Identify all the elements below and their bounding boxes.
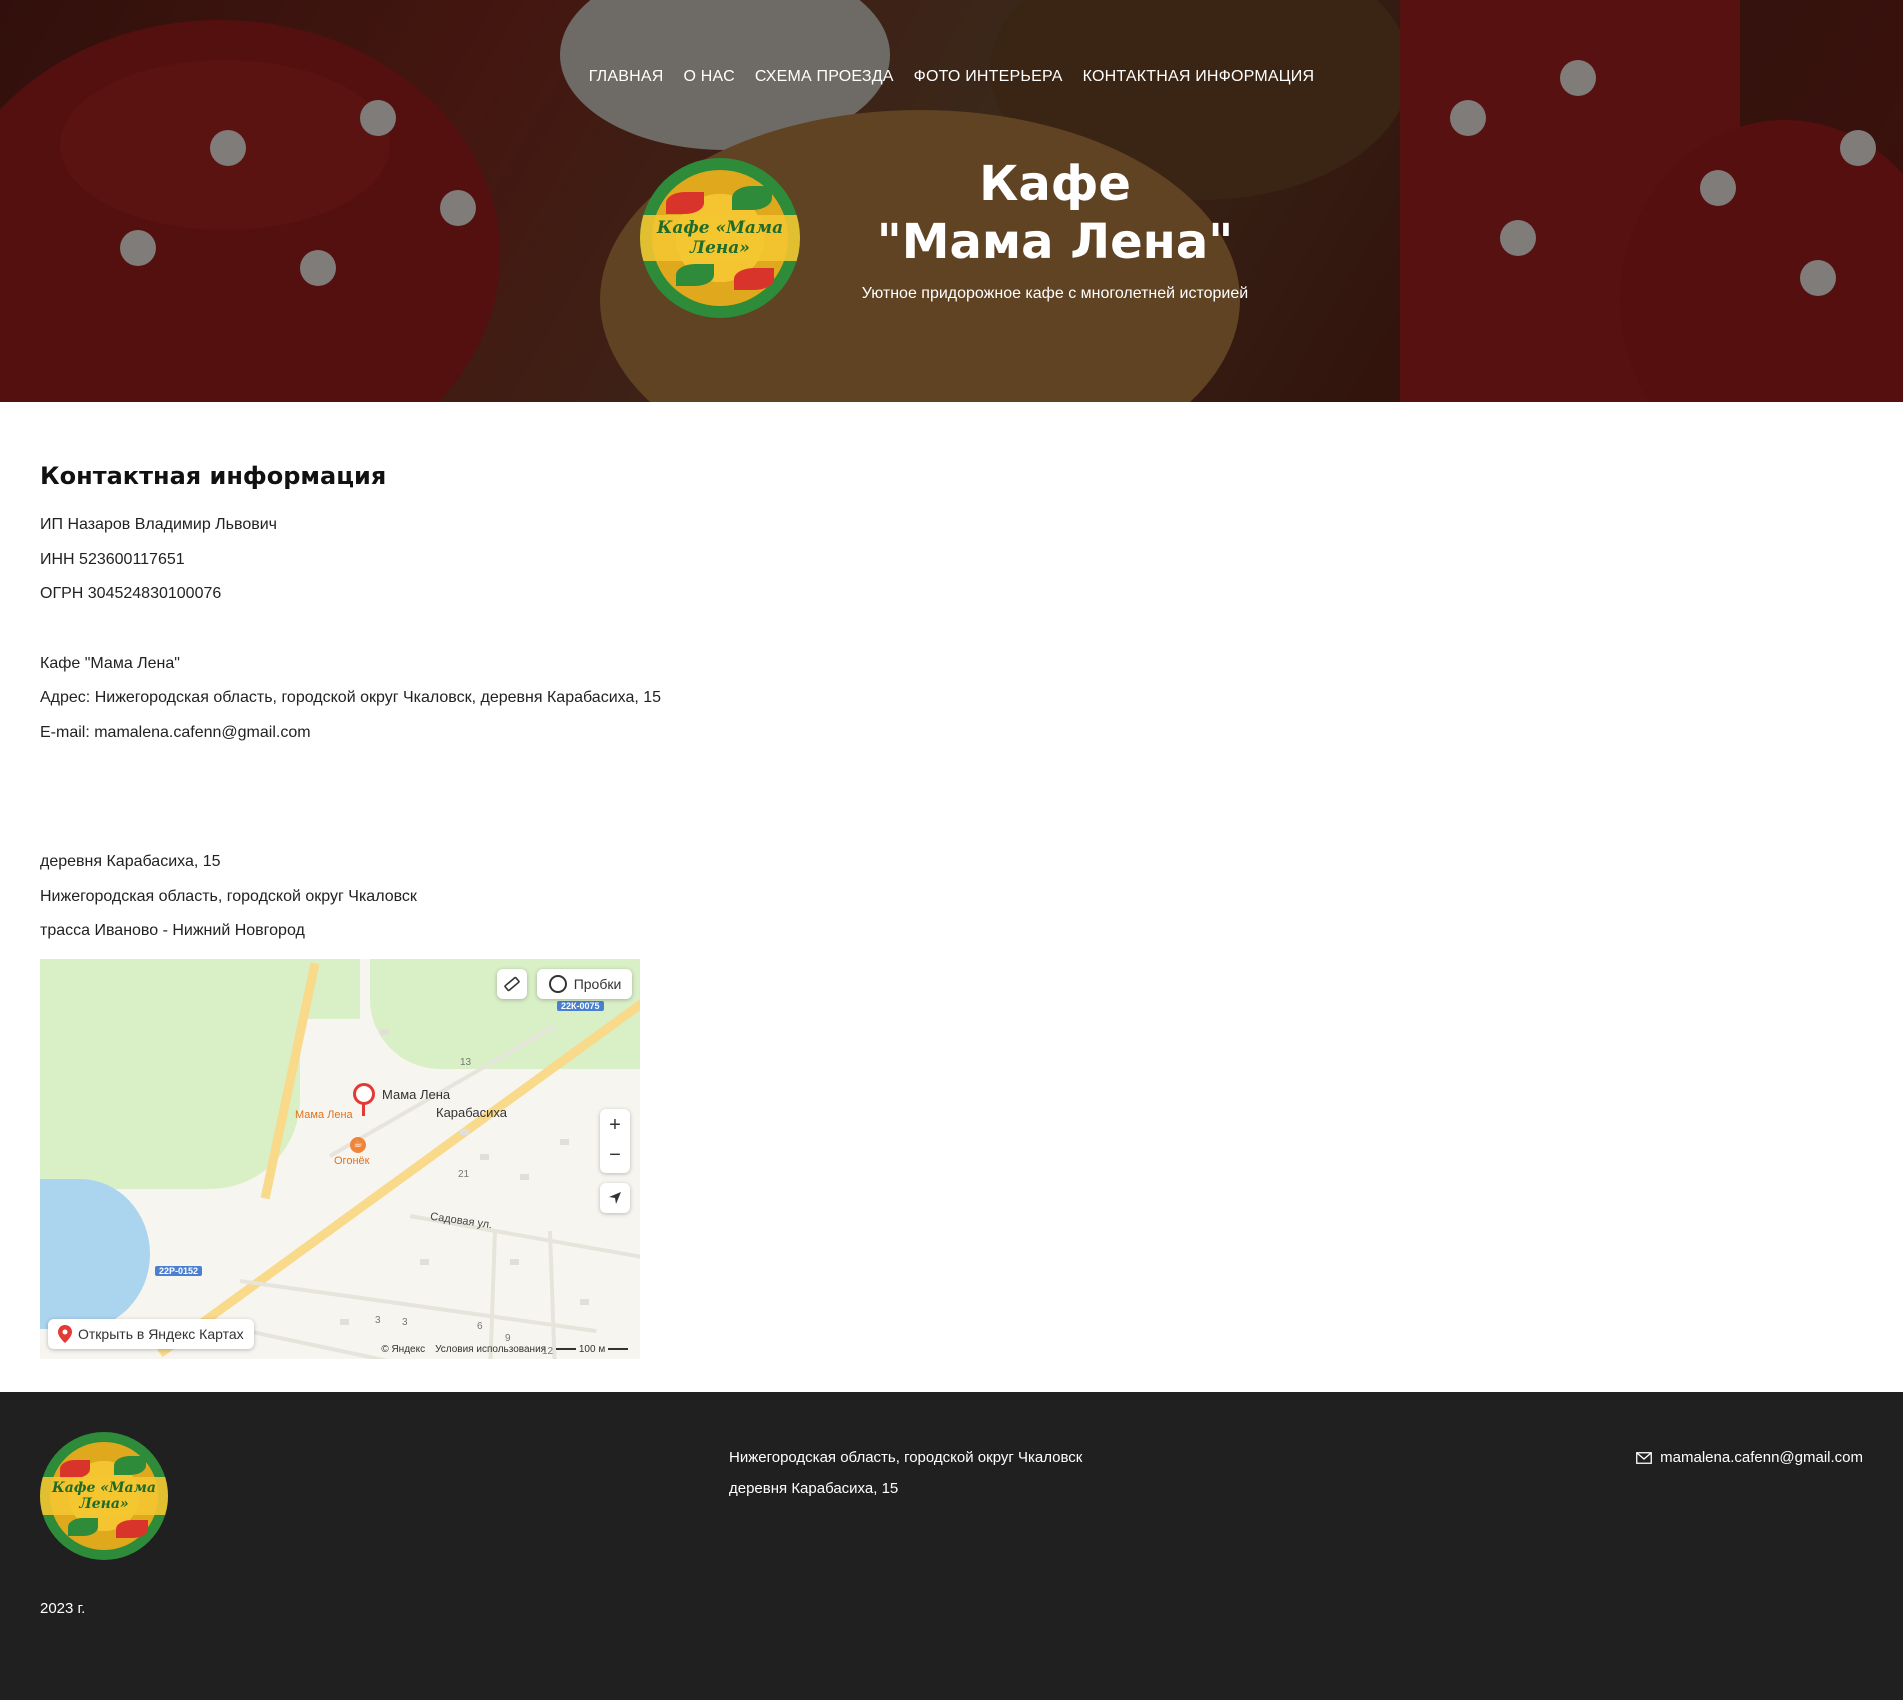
- site-footer: Кафе «Мама Лена» Нижегородская область, …: [0, 1392, 1903, 1700]
- map-address-line3: трасса Иваново - Нижний Новгород: [40, 922, 305, 939]
- nav-item-contacts[interactable]: КОНТАКТНАЯ ИНФОРМАЦИЯ: [1083, 68, 1315, 86]
- traffic-label: Пробки: [573, 975, 622, 992]
- hero-logo: Кафе «Мама Лена»: [640, 158, 800, 318]
- page-title: Контактная информация: [40, 462, 387, 490]
- map-scale: 100 м: [556, 1344, 628, 1355]
- open-in-yandex-maps-label: Открыть в Яндекс Картах: [78, 1325, 244, 1342]
- ruler-icon: [504, 976, 520, 991]
- map-building: [580, 1298, 589, 1305]
- map-terms-link[interactable]: Условия использования: [435, 1344, 546, 1355]
- main-nav: ГЛАВНАЯ О НАС СХЕМА ПРОЕЗДА ФОТО ИНТЕРЬЕ…: [0, 68, 1903, 86]
- map-village-label: Карабасиха: [436, 1104, 507, 1120]
- map-pin-tail: [362, 1101, 365, 1116]
- zoom-in-button[interactable]: +: [609, 1109, 621, 1141]
- map-address-line1: деревня Карабасиха, 15: [40, 853, 221, 870]
- logo-flower: [60, 1460, 90, 1478]
- logo-flower: [116, 1520, 148, 1538]
- map-poi-label[interactable]: Мама Лена: [295, 1109, 353, 1121]
- map-building: [520, 1173, 529, 1180]
- hero-title-block: Кафе "Мама Лена" Уютное придорожное кафе…: [850, 155, 1260, 303]
- nav-item-home[interactable]: ГЛАВНАЯ: [589, 68, 664, 86]
- yandex-map[interactable]: 22К-0075 22Р-0152 Мама Лена Мама Лена ☕ …: [40, 958, 640, 1359]
- ruler-button[interactable]: [497, 968, 527, 999]
- map-building: [420, 1258, 429, 1265]
- map-house-number: 6: [477, 1320, 483, 1332]
- map-copyright[interactable]: © Яндекс: [381, 1344, 425, 1355]
- logo-text: Кафе «Мама Лена»: [40, 1477, 168, 1515]
- nav-item-directions[interactable]: СХЕМА ПРОЕЗДА: [755, 68, 894, 86]
- cafe-address: Адрес: Нижегородская область, городской …: [40, 689, 662, 706]
- hero-title-line2: "Мама Лена": [876, 214, 1234, 270]
- nav-item-interior-photos[interactable]: ФОТО ИНТЕРЬЕРА: [914, 68, 1063, 86]
- map-building: [380, 1028, 389, 1035]
- hero-title-line1: Кафе: [979, 156, 1131, 212]
- logo-leaf: [114, 1456, 146, 1475]
- map-building: [480, 1153, 489, 1160]
- logo-leaf: [676, 264, 714, 286]
- logo-leaf: [732, 186, 772, 210]
- inn-number: ИНН 523600117651: [40, 550, 185, 568]
- footer-email-label[interactable]: mamalena.cafenn@gmail.com: [1660, 1442, 1863, 1473]
- logo-text: Кафе «Мама Лена»: [640, 215, 800, 261]
- cafe-icon[interactable]: ☕: [350, 1136, 366, 1153]
- navigation-arrow-icon: [609, 1191, 621, 1204]
- map-street: [548, 1230, 557, 1359]
- nav-item-about[interactable]: О НАС: [684, 68, 735, 86]
- cafe-email: E-mail: mamalena.cafenn@gmail.com: [40, 723, 311, 741]
- footer-logo[interactable]: Кафе «Мама Лена»: [40, 1432, 168, 1560]
- logo-leaf: [68, 1518, 98, 1536]
- map-road-badge: 22К-0075: [557, 1000, 604, 1011]
- zoom-control: + −: [600, 1108, 630, 1173]
- map-house-number: 9: [505, 1332, 511, 1344]
- logo-flower: [734, 268, 774, 290]
- cafe-name: Кафе "Мама Лена": [40, 654, 180, 672]
- logo-flower: [666, 192, 704, 214]
- traffic-button[interactable]: Пробки: [537, 968, 632, 999]
- owner-name: ИП Назаров Владимир Львович: [40, 516, 277, 533]
- map-street: [239, 1278, 597, 1333]
- map-street: [488, 1230, 497, 1359]
- open-in-yandex-maps-link[interactable]: Открыть в Яндекс Картах: [48, 1318, 254, 1349]
- map-building: [460, 1128, 469, 1135]
- map-lake: [40, 1178, 150, 1329]
- map-pin-icon: [58, 1324, 72, 1343]
- map-building: [510, 1258, 519, 1265]
- map-street-label: Садовая ул.: [429, 1210, 493, 1231]
- zoom-out-button[interactable]: −: [609, 1141, 621, 1173]
- map-building: [340, 1318, 349, 1325]
- contact-section: Контактная информация ИП Назаров Владими…: [0, 402, 1903, 1359]
- map-house-number: 13: [460, 1056, 472, 1068]
- footer-address-line1: Нижегородская область, городской округ Ч…: [729, 1449, 1083, 1466]
- ogrn-number: ОГРН 304524830100076: [40, 585, 222, 602]
- hero-subtitle: Уютное придорожное кафе с многолетней ис…: [861, 285, 1249, 302]
- map-house-number: 3: [375, 1314, 381, 1326]
- map-house-number: 3: [402, 1316, 408, 1328]
- map-house-number: 21: [458, 1168, 470, 1180]
- map-road-badge: 22Р-0152: [155, 1265, 203, 1276]
- map-pin-label[interactable]: Мама Лена: [382, 1087, 450, 1102]
- mail-icon: [1636, 1451, 1653, 1464]
- footer-address: Нижегородская область, городской округ Ч…: [729, 1442, 1082, 1504]
- map-building: [560, 1138, 569, 1145]
- footer-address-line2: деревня Карабасиха, 15: [729, 1480, 899, 1497]
- map-poi-label[interactable]: Огонёк: [334, 1155, 369, 1167]
- geolocation-button[interactable]: [600, 1182, 630, 1213]
- footer-copyright-year: 2023 г.: [40, 1600, 86, 1617]
- hero-banner: ГЛАВНАЯ О НАС СХЕМА ПРОЕЗДА ФОТО ИНТЕРЬЕ…: [0, 0, 1903, 402]
- traffic-icon: [548, 974, 567, 993]
- map-address-line2: Нижегородская область, городской округ Ч…: [40, 887, 417, 905]
- map-scale-label: 100 м: [578, 1343, 606, 1355]
- map-forest: [40, 1008, 300, 1189]
- map-attribution: © Яндекс Условия использования 100 м: [381, 1344, 628, 1355]
- footer-email[interactable]: mamalena.cafenn@gmail.com: [1636, 1442, 1863, 1473]
